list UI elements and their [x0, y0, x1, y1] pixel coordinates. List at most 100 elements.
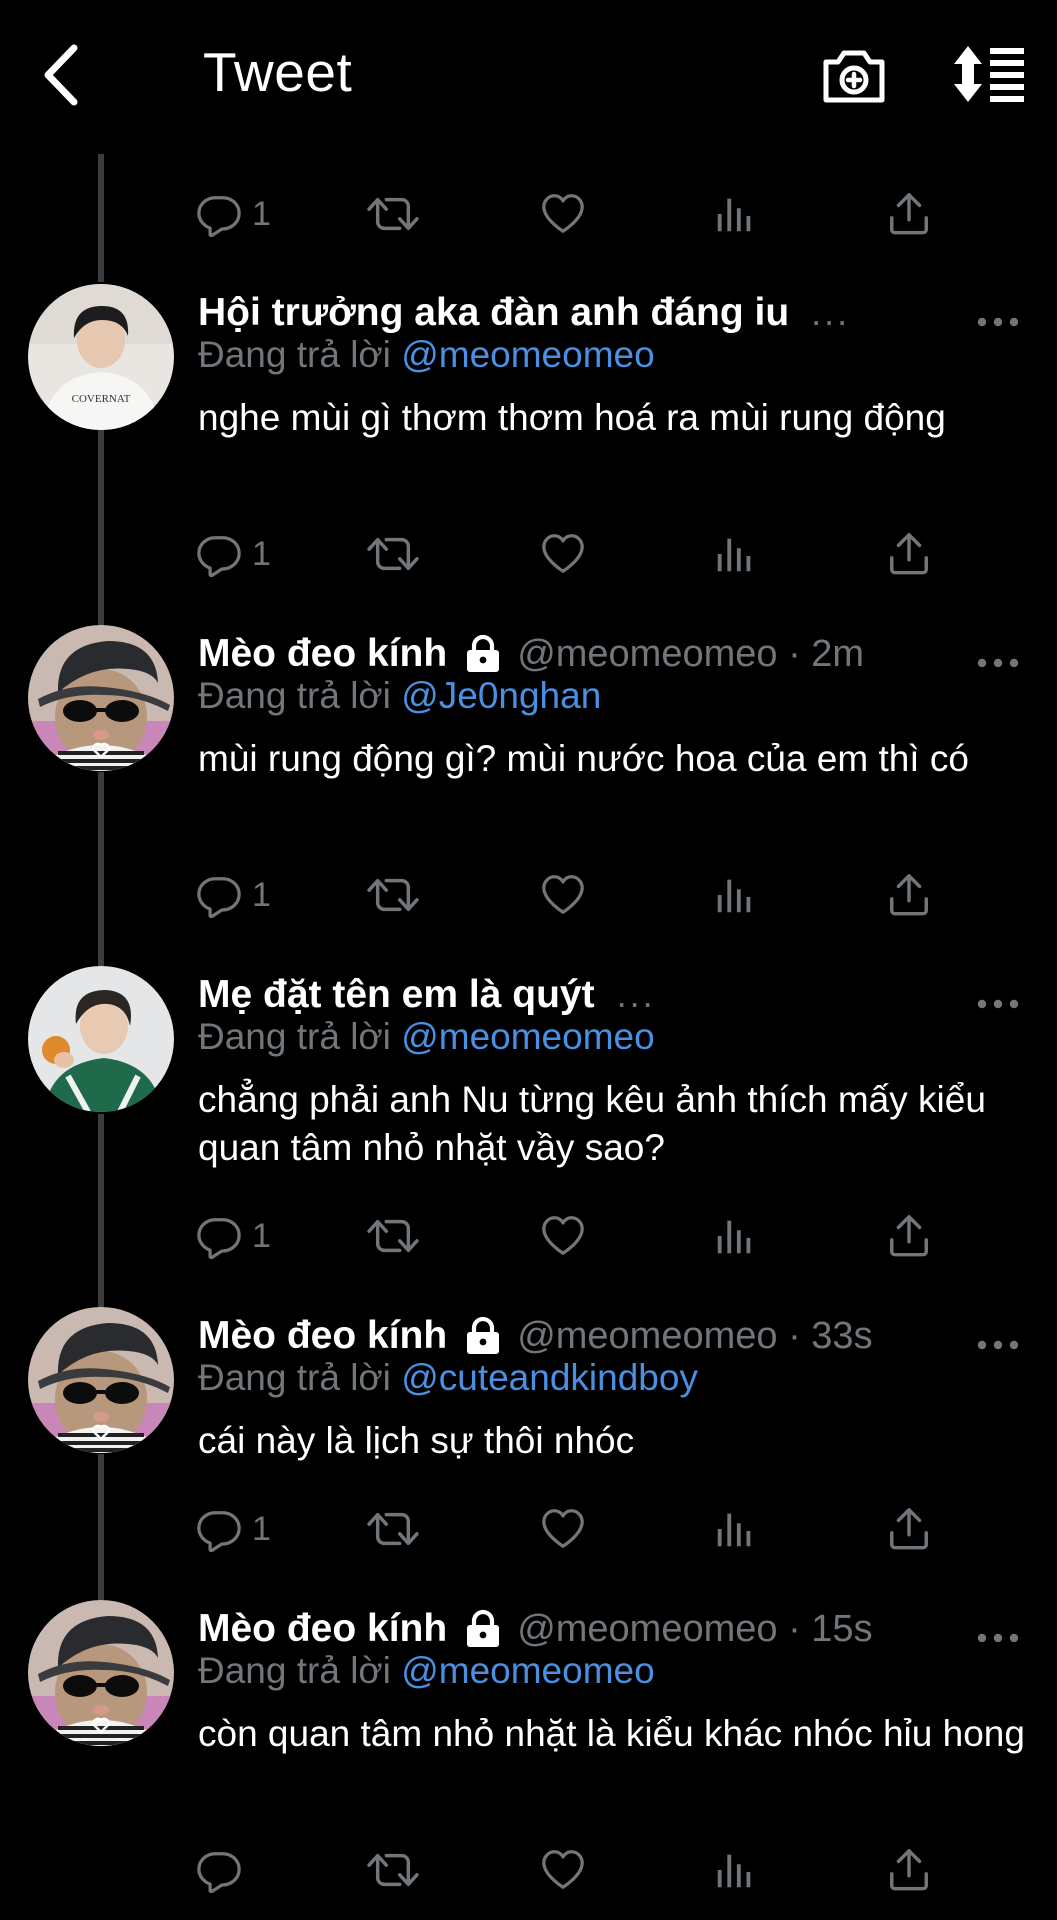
display-name[interactable]: Mèo đeo kính — [198, 632, 447, 676]
reply-button[interactable] — [196, 1842, 252, 1898]
avatar[interactable] — [28, 284, 174, 430]
heart-icon — [540, 872, 586, 918]
views-button[interactable] — [712, 1208, 758, 1264]
heart-icon — [540, 1847, 586, 1893]
share-icon — [886, 872, 932, 918]
display-name[interactable]: Mèo đeo kính — [198, 1607, 447, 1651]
heart-icon — [540, 191, 586, 237]
tweet-actions: 1 — [196, 186, 956, 242]
retweet-button[interactable] — [366, 1208, 420, 1264]
replying-to: Đang trả lời @Je0nghan — [198, 675, 601, 717]
like-button[interactable] — [540, 186, 586, 242]
more-options-icon[interactable] — [976, 982, 1020, 1026]
page-title: Tweet — [203, 41, 353, 103]
sort-button[interactable] — [952, 44, 1026, 104]
display-name[interactable]: Mẹ đặt tên em là quýt — [198, 973, 595, 1017]
share-button[interactable] — [886, 526, 932, 582]
more-options-icon[interactable] — [976, 1616, 1020, 1660]
like-button[interactable] — [540, 1501, 586, 1557]
retweet-button[interactable] — [366, 186, 420, 242]
retweet-icon — [366, 1847, 420, 1893]
views-button[interactable] — [712, 1501, 758, 1557]
reply-count: 1 — [252, 194, 271, 233]
tweet-text: còn quan tâm nhỏ nhặt là kiểu khác nhóc … — [198, 1713, 1025, 1754]
bar-chart-icon — [712, 191, 758, 237]
thread-line — [98, 154, 104, 282]
retweet-button[interactable] — [366, 1842, 420, 1898]
tweet[interactable]: Mèo đeo kính @meomeomeo · 33s Đang trả l… — [0, 1307, 1057, 1557]
replying-to: Đang trả lời @meomeomeo — [198, 334, 655, 376]
mention-link[interactable]: @Je0nghan — [401, 675, 601, 716]
share-button[interactable] — [886, 867, 932, 923]
tweet-actions: 1 — [196, 867, 956, 923]
mention-link[interactable]: @meomeomeo — [401, 334, 655, 375]
avatar[interactable] — [28, 1600, 174, 1746]
lock-icon — [463, 1316, 503, 1356]
share-icon — [886, 1506, 932, 1552]
reply-button[interactable]: 1 — [196, 1208, 271, 1264]
retweet-button[interactable] — [366, 1501, 420, 1557]
share-icon — [886, 1847, 932, 1893]
tweet-text: cái này là lịch sự thôi nhóc — [198, 1420, 635, 1461]
sort-list-icon — [954, 46, 1024, 102]
tweet-text: nghe mùi gì thơm thơm hoá ra mùi rung độ… — [198, 397, 946, 438]
bar-chart-icon — [712, 1506, 758, 1552]
handle-timestamp: @meomeomeo · 2m — [517, 632, 865, 675]
reply-count: 1 — [252, 1216, 271, 1255]
share-icon — [886, 531, 932, 577]
reply-button[interactable]: 1 — [196, 867, 271, 923]
heart-icon — [540, 531, 586, 577]
reply-icon — [196, 531, 242, 577]
replying-label: Đang trả lời — [198, 675, 391, 716]
like-button[interactable] — [540, 526, 586, 582]
reply-button[interactable]: 1 — [196, 526, 271, 582]
mention-link[interactable]: @meomeomeo — [401, 1650, 655, 1691]
tweet-text: mùi rung động gì? mùi nước hoa của em th… — [198, 738, 969, 779]
mention-link[interactable]: @cuteandkindboy — [401, 1357, 698, 1398]
tweet-actions: 1 — [196, 1501, 956, 1557]
display-name[interactable]: Hội trưởng aka đàn anh đáng iu — [198, 291, 789, 335]
tweet-text: chẳng phải anh Nu từng kêu ảnh thích mấy… — [198, 1079, 986, 1168]
retweet-button[interactable] — [366, 526, 420, 582]
avatar[interactable] — [28, 1307, 174, 1453]
tweet[interactable]: Mèo đeo kính @meomeomeo · 15s Đang trả l… — [0, 1600, 1057, 1900]
tweet-actions: 1 — [196, 1208, 956, 1264]
share-button[interactable] — [886, 186, 932, 242]
back-button[interactable] — [38, 42, 88, 108]
more-options-icon[interactable] — [976, 300, 1020, 344]
like-button[interactable] — [540, 867, 586, 923]
reply-button[interactable]: 1 — [196, 1501, 271, 1557]
more-options-icon[interactable] — [976, 1323, 1020, 1367]
avatar[interactable] — [28, 966, 174, 1112]
truncation-ellipsis: ... — [616, 974, 656, 1015]
replying-to: Đang trả lời @cuteandkindboy — [198, 1357, 698, 1399]
like-button[interactable] — [540, 1842, 586, 1898]
retweet-button[interactable] — [366, 867, 420, 923]
bar-chart-icon — [712, 1847, 758, 1893]
display-name[interactable]: Mèo đeo kính — [198, 1314, 447, 1358]
share-button[interactable] — [886, 1501, 932, 1557]
retweet-icon — [366, 191, 420, 237]
views-button[interactable] — [712, 867, 758, 923]
tweet[interactable]: Hội trưởng aka đàn anh đáng iu ... Đang … — [0, 284, 1057, 584]
bar-chart-icon — [712, 872, 758, 918]
like-button[interactable] — [540, 1208, 586, 1264]
views-button[interactable] — [712, 1842, 758, 1898]
retweet-icon — [366, 1506, 420, 1552]
mention-link[interactable]: @meomeomeo — [401, 1016, 655, 1057]
share-button[interactable] — [886, 1842, 932, 1898]
more-options-icon[interactable] — [976, 641, 1020, 685]
tweet-header: Mẹ đặt tên em là quýt ... — [198, 970, 656, 1020]
camera-button[interactable] — [820, 44, 888, 108]
views-button[interactable] — [712, 526, 758, 582]
lock-icon — [463, 634, 503, 674]
reply-button[interactable]: 1 — [196, 186, 271, 242]
share-button[interactable] — [886, 1208, 932, 1264]
tweet[interactable]: Mèo đeo kính @meomeomeo · 2m Đang trả lờ… — [0, 625, 1057, 925]
views-button[interactable] — [712, 186, 758, 242]
replying-label: Đang trả lời — [198, 1650, 391, 1691]
tweet-header: Mèo đeo kính @meomeomeo · 2m — [198, 629, 864, 679]
share-icon — [886, 1213, 932, 1259]
avatar[interactable] — [28, 625, 174, 771]
tweet[interactable]: Mẹ đặt tên em là quýt ... Đang trả lời @… — [0, 966, 1057, 1266]
